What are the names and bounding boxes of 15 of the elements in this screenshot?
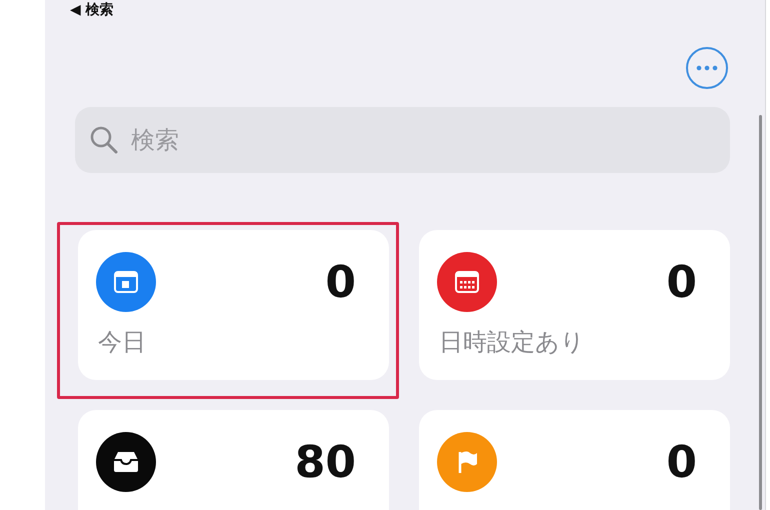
item-count: 0 — [325, 256, 356, 308]
list-label: 今日 — [98, 327, 146, 358]
item-count: 0 — [666, 436, 697, 488]
smart-list-card[interactable]: 0 今日 — [78, 230, 389, 380]
smart-list-card[interactable]: 80 — [78, 410, 389, 510]
smart-list-card[interactable]: 0 日時設定あり — [419, 230, 730, 380]
item-count: 0 — [666, 256, 697, 308]
more-button[interactable] — [686, 47, 728, 89]
item-count: 80 — [294, 436, 356, 488]
search-field[interactable]: 検索 — [75, 107, 730, 173]
back-link[interactable]: ◀ 検索 — [70, 1, 114, 19]
ellipsis-icon — [696, 65, 718, 71]
search-icon — [89, 125, 119, 155]
smart-list-card[interactable]: 0 — [419, 410, 730, 510]
list-label: 日時設定あり — [439, 327, 585, 358]
